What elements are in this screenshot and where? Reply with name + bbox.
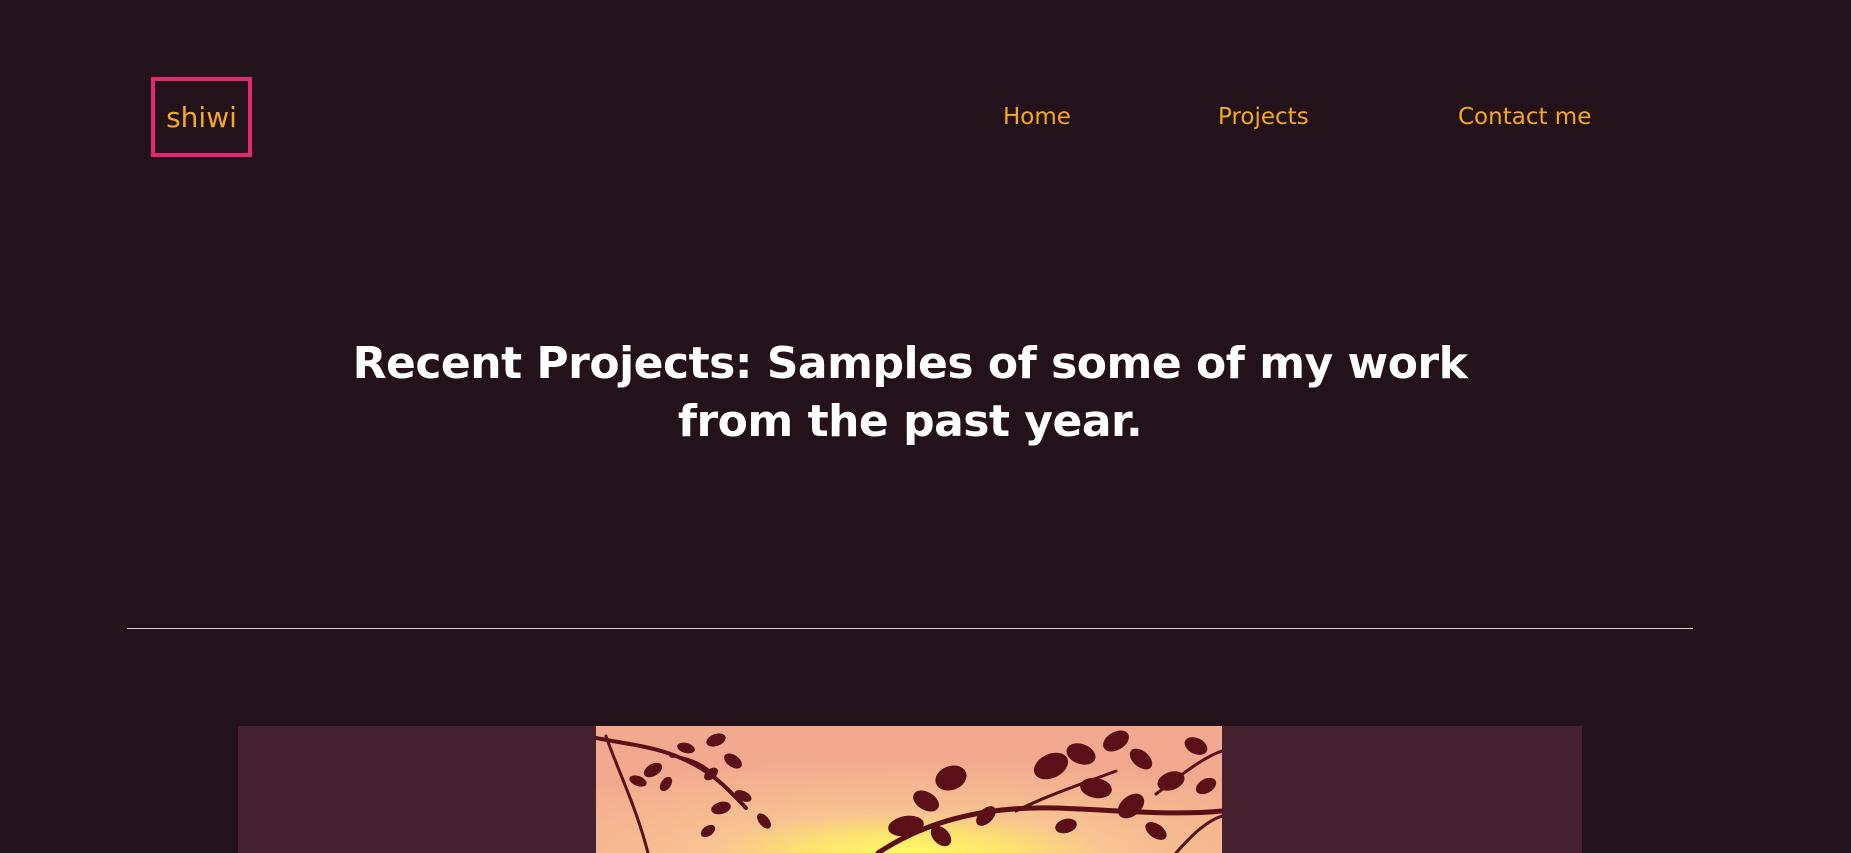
page-title: Recent Projects: Samples of some of my w… [352,338,1468,447]
section-divider [127,628,1693,629]
main-nav: Home Projects Contact me [0,104,1851,140]
nav-link-contact[interactable]: Contact me [1458,104,1591,130]
nav-link-projects[interactable]: Projects [1218,104,1309,130]
project-image-sunset-branches[interactable] [596,726,1222,853]
nav-link-home[interactable]: Home [1003,104,1071,130]
sunset-branches-illustration [596,726,1222,853]
project-card [238,726,1582,853]
